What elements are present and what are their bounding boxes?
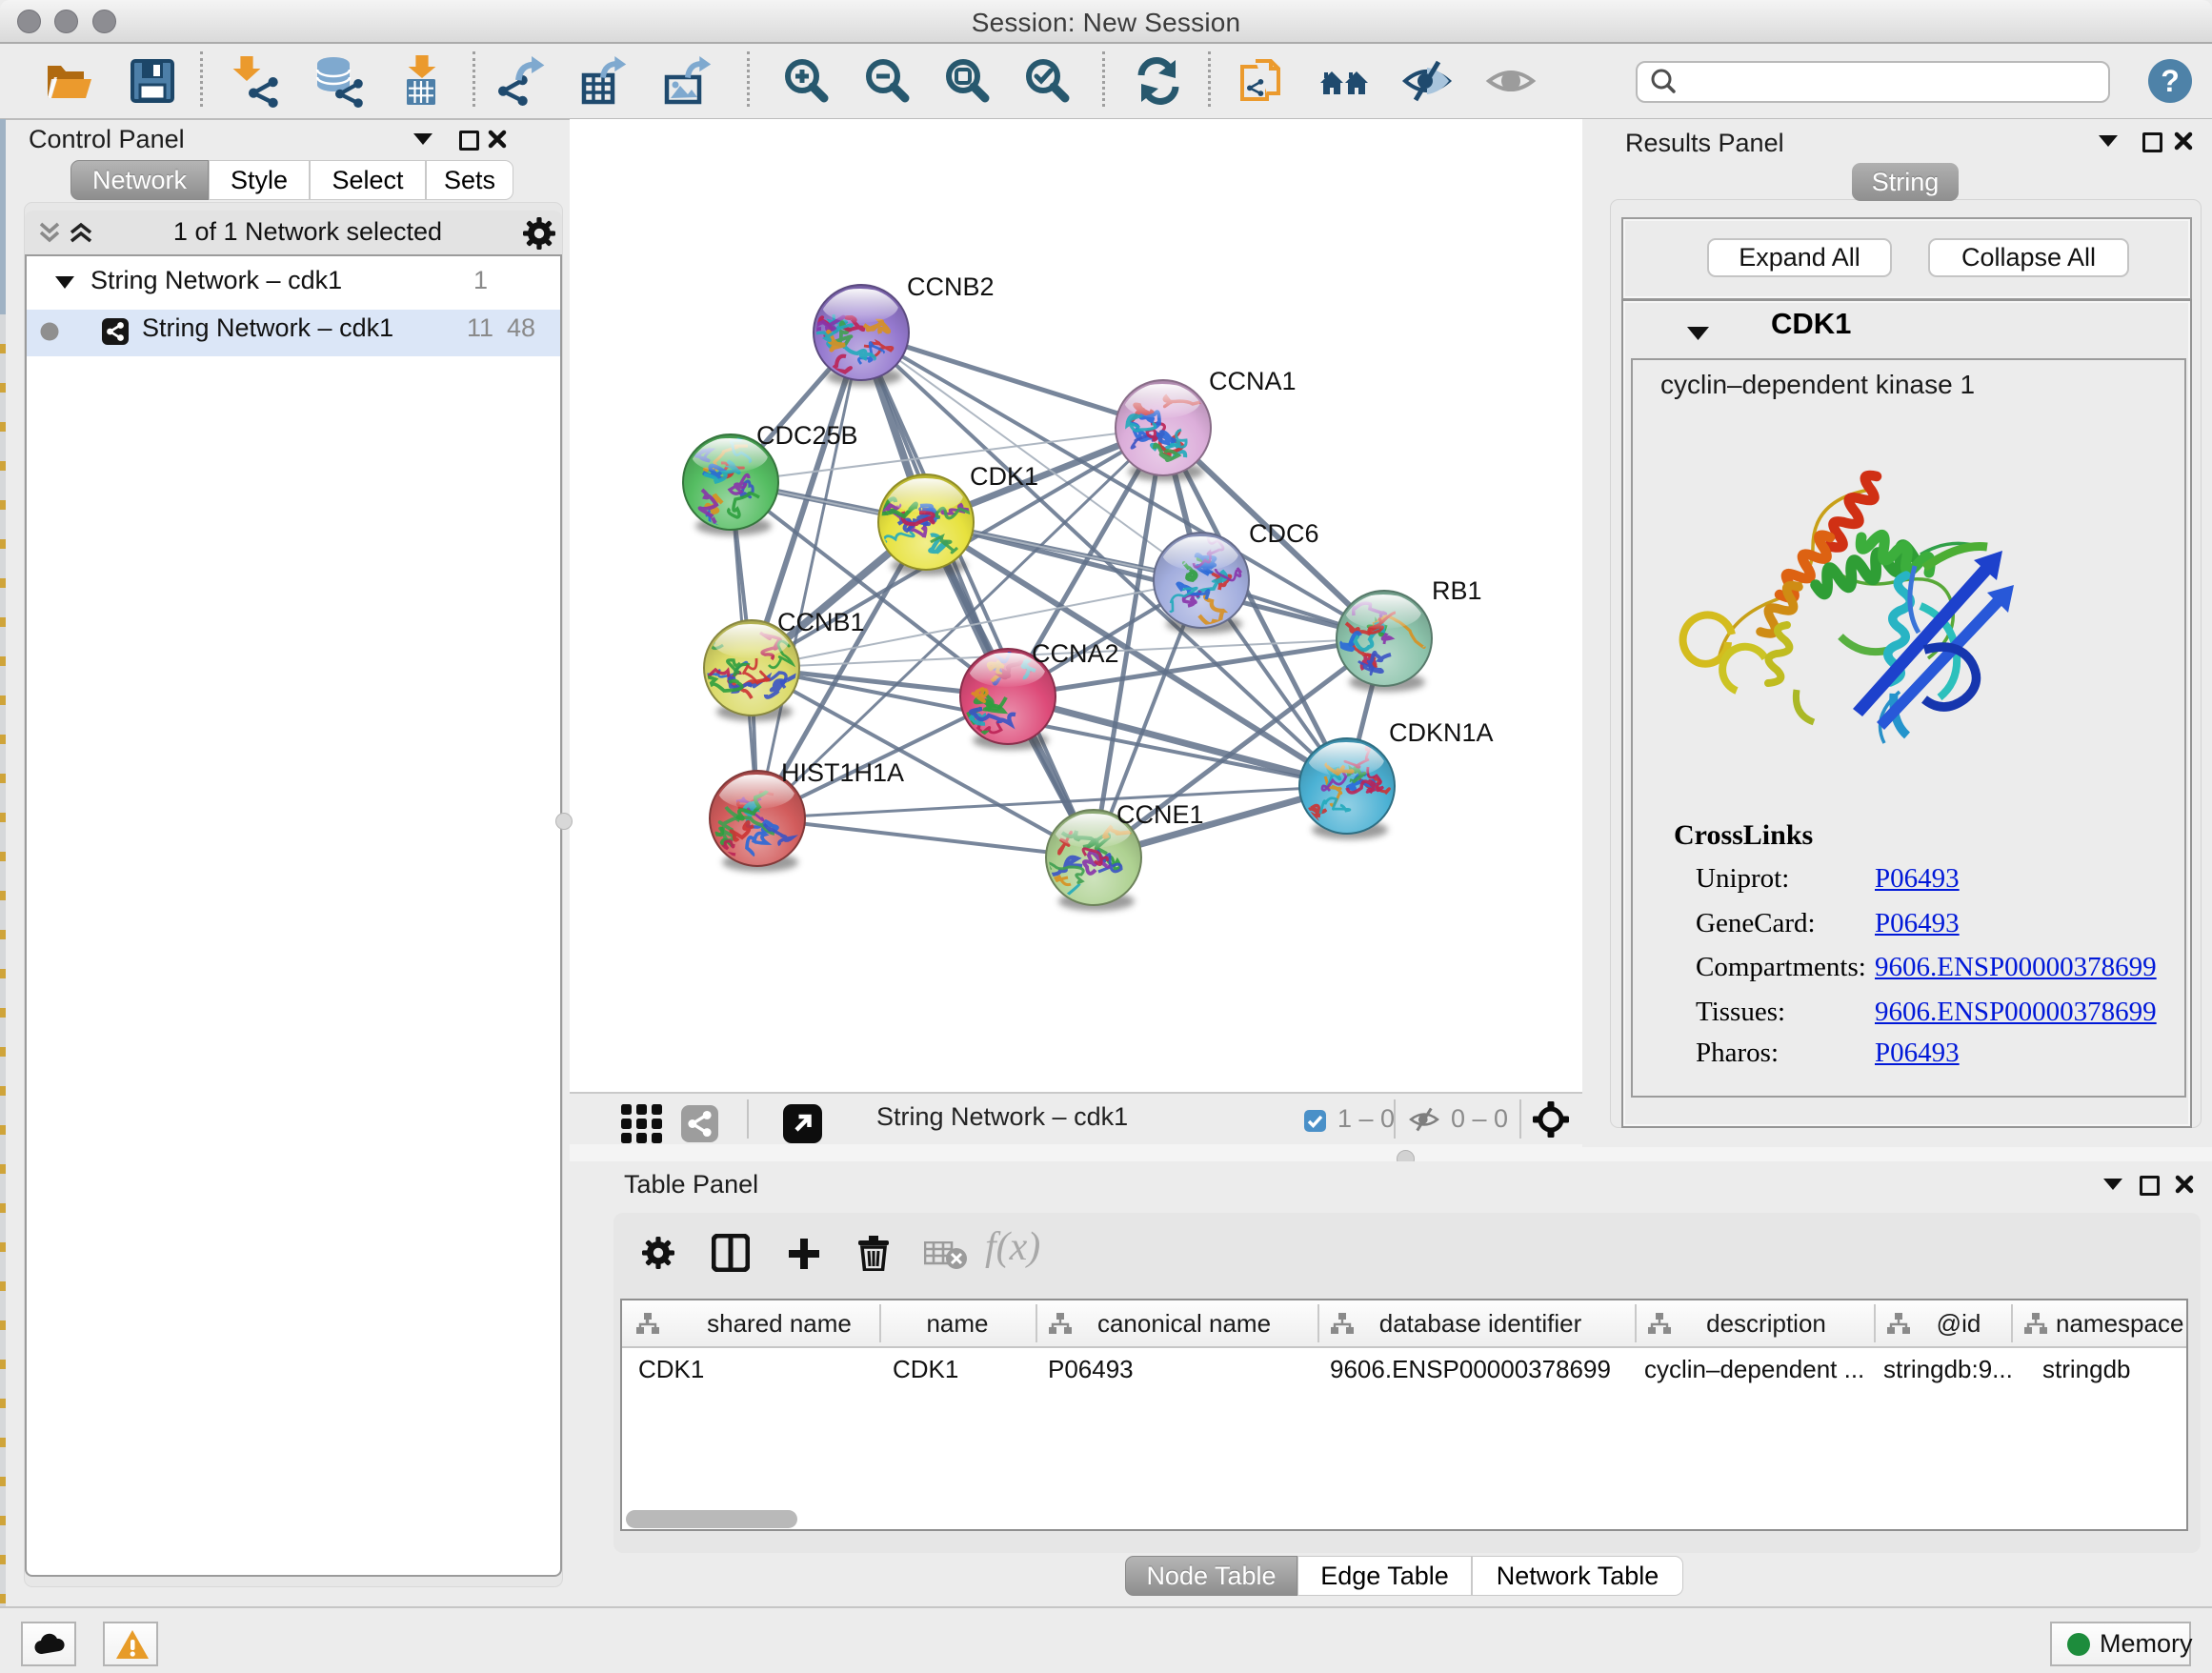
svg-text:CCNE1: CCNE1 [1116,800,1204,829]
svg-text:CCNA1: CCNA1 [1209,367,1297,395]
svg-text:?: ? [2161,64,2180,98]
svg-text:RB1: RB1 [1432,576,1482,605]
svg-text:CCNA2: CCNA2 [1032,639,1119,668]
svg-text:CDKN1A: CDKN1A [1389,718,1494,747]
svg-text:CDC25B: CDC25B [756,421,858,450]
svg-text:HIST1H1A: HIST1H1A [781,758,904,787]
svg-text:CCNB1: CCNB1 [777,608,865,636]
svg-text:CCNB2: CCNB2 [907,272,995,301]
svg-text:CDK1: CDK1 [970,462,1038,491]
svg-text:CDC6: CDC6 [1249,519,1319,548]
